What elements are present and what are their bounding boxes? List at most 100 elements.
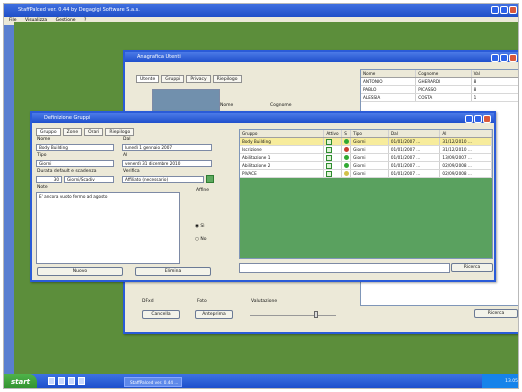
groups-table-body: Body Building Giorni 01/01/2007 ... 31/12/2… (240, 138, 492, 178)
tab-zone[interactable]: Zone (62, 128, 83, 136)
close-icon[interactable] (509, 6, 517, 14)
radio-no[interactable]: ○ No (195, 237, 206, 242)
column-gruppo[interactable]: Gruppo (240, 130, 325, 137)
group-cell: Abilitazione 1 (240, 154, 325, 161)
from-cell: 01/01/2007 ... (389, 170, 441, 177)
table-row[interactable]: ALESSIA COSTA 1 (361, 94, 518, 102)
affine-label: Affine (196, 188, 210, 193)
quicklaunch-icon[interactable] (58, 377, 65, 385)
duration-number[interactable]: 30 (36, 176, 62, 183)
maximize-icon[interactable] (474, 115, 482, 123)
valuation-slider-track[interactable] (250, 315, 336, 319)
checkbox-icon[interactable] (326, 171, 333, 177)
taskbar-window-button[interactable]: StaffPalced ver. 0.44 ... (124, 377, 182, 387)
table-cell: 1 (472, 94, 518, 101)
column-tipo[interactable]: Tipo (351, 130, 389, 137)
tipo-select[interactable]: Giorni (36, 160, 114, 167)
column-nome[interactable]: Nome (361, 70, 417, 77)
status-icon (344, 139, 350, 144)
name-label: Nome (220, 103, 234, 108)
anagrafica-tabs: Utente Gruppi Privacy Riepilogo (136, 75, 242, 83)
status-icon (344, 171, 350, 176)
anagrafica-controls (491, 54, 517, 62)
checkbox-icon[interactable] (326, 163, 333, 169)
clock: 13.05 (505, 379, 518, 384)
minimize-icon[interactable] (465, 115, 473, 123)
maximize-icon[interactable] (500, 6, 508, 14)
group-search-button[interactable]: Ricerca (451, 263, 493, 272)
tab-privacy[interactable]: Privacy (186, 75, 211, 83)
user-list-header: Nome Cognome Val (361, 70, 518, 78)
maximize-icon[interactable] (500, 54, 508, 62)
photo-label: Foto (197, 299, 207, 304)
from-cell: 01/01/2007 ... (389, 162, 441, 169)
status-cell (342, 154, 352, 161)
verifica-label: Verifica (123, 169, 140, 174)
checkbox-icon[interactable] (326, 139, 333, 145)
type-cell: Giorni (351, 170, 389, 177)
tab-gruppo[interactable]: Gruppo (36, 128, 61, 136)
gruppi-tabs: Gruppo Zone Orari Riepilogo (36, 128, 135, 136)
table-cell: 8 (472, 86, 518, 93)
minimize-icon[interactable] (491, 6, 499, 14)
checkbox-icon[interactable] (326, 147, 333, 153)
tab-riepilogo[interactable]: Riepilogo (212, 75, 242, 83)
column-attivo[interactable]: Attivo (324, 130, 343, 137)
table-cell: COSTA (416, 94, 472, 101)
type-cell: Giorni (351, 146, 389, 153)
quicklaunch-icon[interactable] (68, 377, 75, 385)
table-row[interactable]: Body Building Giorni 01/01/2007 ... 31/12/2… (240, 138, 492, 146)
close-icon[interactable] (483, 115, 491, 123)
app-titlebar: StaffPalced ver. 0.44 by Degagigi Softwa… (4, 4, 518, 17)
table-row[interactable]: ANTONIO GHERARDI 8 (361, 78, 518, 86)
table-cell: ANTONIO (361, 78, 417, 85)
to-cell: 31/12/2010 ... (440, 138, 492, 145)
column-al[interactable]: Al (440, 130, 492, 137)
group-name-input[interactable]: Body Building (36, 144, 114, 151)
from-cell: 01/01/2007 ... (389, 138, 441, 145)
groups-table: Gruppo Attivo S Tipo Dal Al Body Buildin… (239, 129, 493, 259)
tab-orari[interactable]: Orari (84, 128, 104, 136)
group-search-input[interactable] (239, 263, 450, 273)
check-icon[interactable] (206, 175, 214, 183)
gruppi-window: Definizione Gruppi Gruppo Zone Orari Rie… (30, 111, 496, 282)
table-row[interactable]: Abilitazione 1 Giorni 01/01/2007 ... 13/09/… (240, 154, 492, 162)
anagrafica-titlebar: Anagrafica Utenti (125, 52, 518, 62)
note-textarea[interactable]: E' ancora vuoto fermo ad agosto (36, 192, 180, 264)
delete-group-button[interactable]: Elimina (135, 267, 211, 276)
duration-unit-select[interactable]: Giorni/Scadiv (64, 176, 114, 183)
radio-no-label: No (200, 237, 207, 242)
checkbox-icon[interactable] (326, 155, 333, 161)
valuation-label: Valutazione (251, 299, 278, 304)
table-row[interactable]: Abilitazione 2 Giorni 01/01/2007 ... 02/09/… (240, 162, 492, 170)
table-cell: PABLO (361, 86, 417, 93)
note-label: Note (37, 185, 48, 190)
column-cognome[interactable]: Cognome (416, 70, 472, 77)
cancel-button[interactable]: Cancella (142, 310, 180, 319)
tab-gruppi[interactable]: Gruppi (161, 75, 185, 83)
search-button[interactable]: Ricerca (474, 309, 518, 318)
table-row[interactable]: Iscrizione Giorni 01/01/2007 ... 31/12/2010… (240, 146, 492, 154)
minimize-icon[interactable] (491, 54, 499, 62)
table-row[interactable]: PABLO PICASSO 8 (361, 86, 518, 94)
new-group-button[interactable]: Nuovo (37, 267, 123, 276)
quicklaunch-icon[interactable] (48, 377, 55, 385)
column-val[interactable]: Val (472, 70, 518, 77)
dal-date-field[interactable]: lunedì 1 gennaio 2007 (122, 144, 212, 151)
radio-yes[interactable]: ◉ Sì (195, 224, 204, 229)
start-button[interactable]: start (4, 374, 37, 388)
valuation-slider-thumb[interactable] (314, 311, 318, 318)
window-controls (491, 6, 517, 14)
verifica-select[interactable]: Affiliato (necessario) (122, 176, 204, 183)
table-row[interactable]: PIVACE Giorni 01/01/2007 ... 02/09/2008 ... (240, 170, 492, 178)
tab-utente[interactable]: Utente (136, 75, 160, 83)
quicklaunch-icon[interactable] (78, 377, 85, 385)
close-icon[interactable] (509, 54, 517, 62)
preview-button[interactable]: Anteprima (195, 310, 233, 319)
table-cell: ALESSIA (361, 94, 417, 101)
tab-riepilogo-gruppi[interactable]: Riepilogo (105, 128, 135, 136)
column-s[interactable]: S (342, 130, 352, 137)
active-cell (324, 138, 343, 145)
al-date-field[interactable]: venerdì 31 dicembre 2010 (122, 160, 212, 167)
column-dal[interactable]: Dal (389, 130, 441, 137)
